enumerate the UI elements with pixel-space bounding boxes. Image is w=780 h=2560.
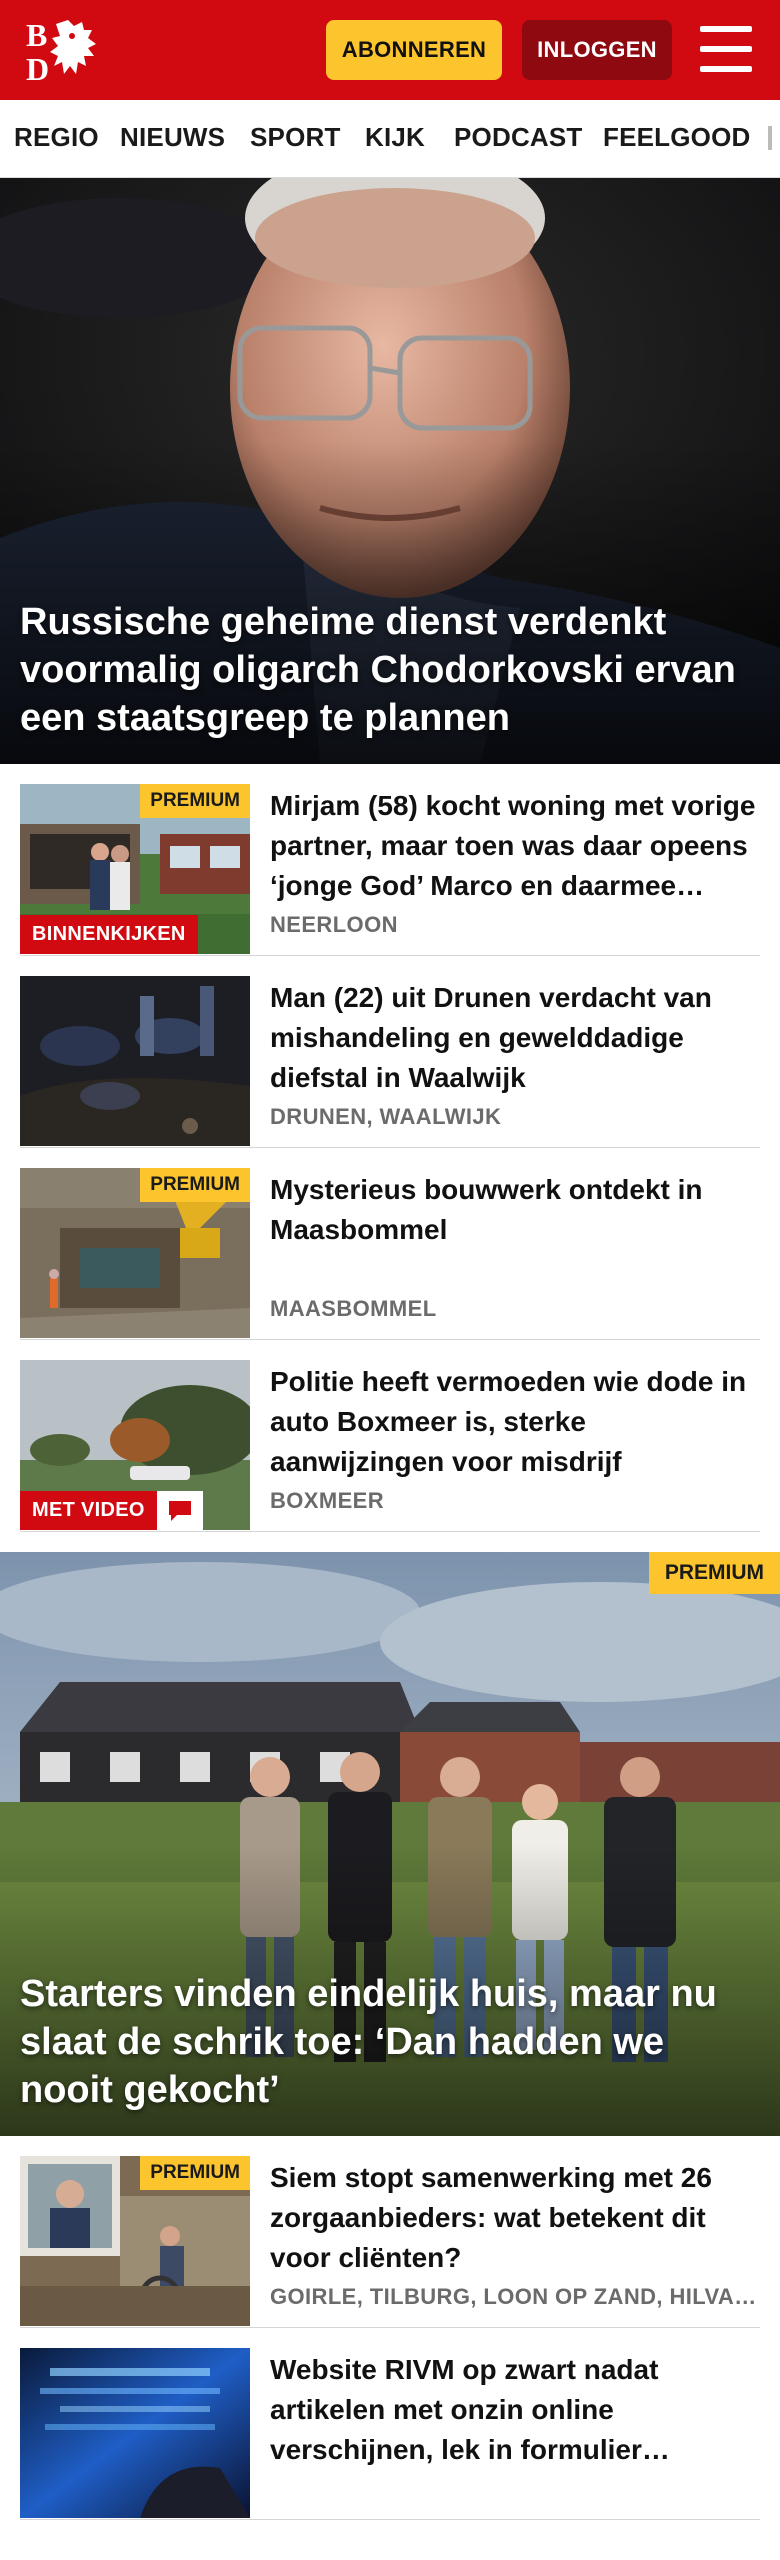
article-location: NEERLOON (270, 912, 398, 937)
nav-item-sport[interactable]: SPORT (250, 122, 341, 153)
menu-bar (700, 46, 752, 52)
premium-badge: PREMIUM (648, 1552, 780, 1594)
category-tag: BINNENKIJKEN (20, 915, 198, 954)
article-location: GOIRLE, TILBURG, LOON OP ZAND, HILVARENB… (270, 2284, 760, 2309)
nav-item-regio[interactable]: REGIO (14, 122, 99, 153)
subscribe-button[interactable]: ABONNEREN (326, 20, 502, 80)
nav-overflow-indicator (768, 126, 772, 150)
video-tag: MET VIDEO (20, 1491, 203, 1530)
article-title[interactable]: Politie heeft vermoeden wie dode in auto… (270, 1362, 760, 1482)
hero-article[interactable]: Russische geheime dienst verdenkt voorma… (0, 178, 780, 764)
article-location: BOXMEER (270, 1488, 385, 1513)
article-thumbnail[interactable]: PREMIUM (20, 2156, 250, 2326)
svg-text:B: B (26, 17, 47, 53)
nav-item-kijk[interactable]: KIJK (365, 122, 425, 153)
nav-item-podcast[interactable]: PODCAST (454, 122, 583, 153)
article-location: MAASBOMMEL (270, 1296, 437, 1321)
premium-badge: PREMIUM (140, 2156, 250, 2190)
article-title[interactable]: Website RIVM op zwart nadat artikelen me… (270, 2350, 760, 2470)
list-item[interactable]: PREMIUM BINNENKIJKEN Mirjam (58) kocht w… (20, 764, 760, 956)
article-thumbnail[interactable]: PREMIUM BINNENKIJKEN (20, 784, 250, 954)
article-title[interactable]: Man (22) uit Drunen verdacht van mishand… (270, 978, 760, 1098)
list-item[interactable]: PREMIUM Siem stopt samenwerking met 26 z… (20, 2136, 760, 2328)
hamburger-icon[interactable] (700, 26, 752, 72)
nav-item-feelgood[interactable]: FEELGOOD (603, 122, 751, 153)
bd-logo[interactable]: B D (22, 16, 114, 87)
svg-text:D: D (26, 51, 49, 86)
premium-badge: PREMIUM (140, 1168, 250, 1202)
login-button[interactable]: INLOGGEN (522, 20, 672, 80)
article-thumbnail[interactable] (20, 2348, 250, 2518)
list-item[interactable]: Website RIVM op zwart nadat artikelen me… (20, 2328, 760, 2520)
list-item[interactable]: Man (22) uit Drunen verdacht van mishand… (20, 956, 760, 1148)
list-item[interactable]: MET VIDEO Politie heeft vermoeden wie do… (20, 1340, 760, 1532)
hero-headline[interactable]: Russische geheime dienst verdenkt voorma… (20, 598, 756, 742)
hero-article-2[interactable]: PREMIUM Starters vinden eindelijk huis, … (0, 1552, 780, 2136)
article-location: DRUNEN, WAALWIJK (270, 1104, 502, 1129)
article-thumbnail[interactable]: PREMIUM (20, 1168, 250, 1338)
menu-bar (700, 26, 752, 32)
article-title[interactable]: Mirjam (58) kocht woning met vorige part… (270, 786, 760, 906)
article-thumbnail[interactable]: MET VIDEO (20, 1360, 250, 1530)
nav-item-nieuws[interactable]: NIEUWS (120, 122, 225, 153)
premium-badge: PREMIUM (140, 784, 250, 818)
list-item[interactable]: PREMIUM Mysterieus bouwwerk ontdekt in M… (20, 1148, 760, 1340)
hero-headline-2[interactable]: Starters vinden eindelijk huis, maar nu … (20, 1970, 756, 2114)
comment-icon (156, 1491, 203, 1530)
category-tag: MET VIDEO (20, 1491, 157, 1530)
site-header: B D ABONNEREN INLOGGEN (0, 0, 780, 100)
article-title[interactable]: Mysterieus bouwwerk ontdekt in Maasbomme… (270, 1170, 760, 1250)
menu-bar (700, 66, 752, 72)
article-thumbnail[interactable] (20, 976, 250, 1146)
section-nav: REGIO NIEUWS SPORT KIJK PODCAST FEELGOOD (0, 100, 780, 178)
article-title[interactable]: Siem stopt samenwerking met 26 zorgaanbi… (270, 2158, 760, 2278)
